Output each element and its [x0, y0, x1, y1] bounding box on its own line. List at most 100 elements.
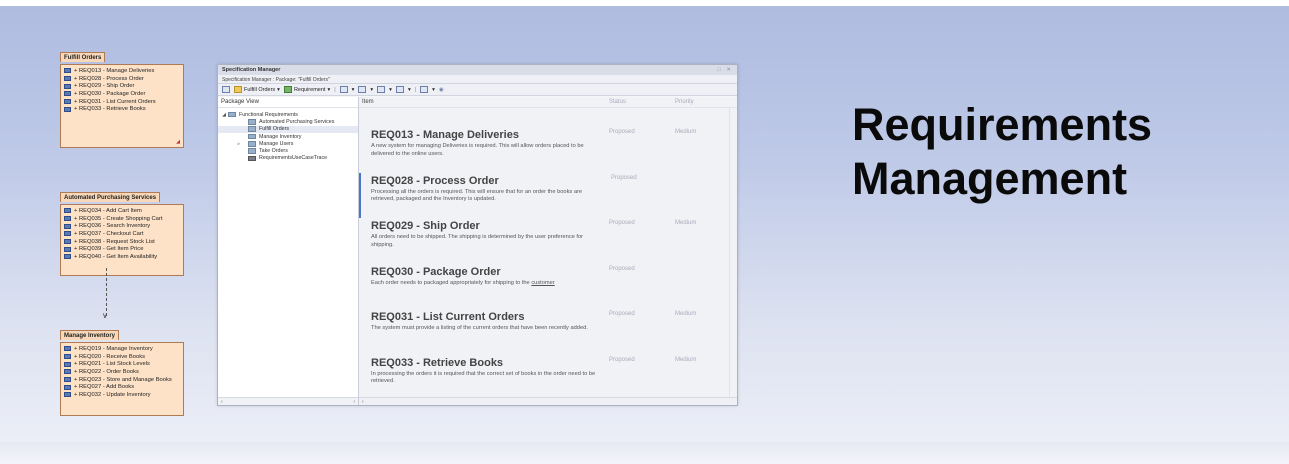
req-row[interactable]: + REQ019 - Manage Inventory — [64, 345, 180, 353]
scroll-right-icon[interactable]: › — [353, 399, 355, 405]
req-row[interactable]: + REQ021 - List Stock Levels — [64, 360, 180, 368]
horizontal-scrollbar[interactable]: ‹ — [359, 397, 737, 405]
horizontal-scrollbar[interactable]: ‹ › — [218, 397, 358, 405]
chevron-down-icon[interactable]: ▾ — [370, 87, 373, 93]
chevron-down-icon[interactable]: ▾ — [389, 87, 392, 93]
item-priority[interactable]: Medium — [675, 129, 696, 135]
scroll-left-icon[interactable]: ‹ — [221, 399, 223, 405]
list-item[interactable]: REQ029 - Ship Order All orders need to b… — [359, 218, 737, 264]
item-priority[interactable]: Medium — [675, 220, 696, 226]
package-title: Fulfill Orders — [60, 52, 106, 62]
chevron-down-icon[interactable]: ▾ — [432, 87, 435, 93]
item-status[interactable]: Proposed — [609, 266, 635, 272]
package-automated-purchasing[interactable]: Automated Purchasing Services + REQ034 -… — [60, 186, 184, 276]
list-item[interactable]: REQ033 - Retrieve Books In processing th… — [359, 355, 737, 401]
scroll-left-icon[interactable]: ‹ — [362, 399, 364, 405]
req-row[interactable]: + REQ023 - Store and Manage Books — [64, 376, 180, 384]
requirement-icon — [64, 68, 71, 74]
chevron-down-icon[interactable]: ▾ — [352, 87, 355, 93]
package-view-header: Package View — [218, 97, 358, 108]
toolbar-separator: | — [414, 86, 417, 93]
window-titlebar[interactable]: Specification Manager □ ✕ — [218, 65, 737, 75]
resize-grip-icon: ◢ — [176, 139, 180, 145]
req-row[interactable]: + REQ037 - Checkout Cart — [64, 230, 180, 238]
dependency-connector[interactable] — [106, 268, 107, 316]
view-toggle-icon[interactable] — [222, 86, 230, 93]
collapsed-arrow-icon[interactable]: ▹ — [230, 141, 248, 147]
tree-item-fulfill-orders[interactable]: Fulfill Orders — [218, 125, 358, 133]
req-row[interactable]: + REQ039 - Get Item Price — [64, 245, 180, 253]
req-row[interactable]: + REQ036 - Search Inventory — [64, 222, 180, 230]
tree-item-take-orders[interactable]: Take Orders — [218, 147, 358, 154]
tree-item-functional-requirements[interactable]: ◢ Functional Requirements — [218, 111, 358, 118]
req-label: + REQ020 - Receive Books — [74, 353, 146, 360]
item-status[interactable]: Proposed — [609, 220, 635, 226]
globe-icon[interactable]: ◉ — [439, 87, 444, 93]
list-item[interactable]: REQ028 - Process Order Processing all th… — [359, 172, 737, 218]
req-row[interactable]: + REQ031 - List Current Orders — [64, 98, 180, 106]
tree-item-manage-inventory[interactable]: Manage Inventory — [218, 133, 358, 140]
folder-icon — [248, 119, 256, 125]
item-priority[interactable]: Medium — [675, 357, 696, 363]
chevron-down-icon: ▾ — [327, 86, 331, 93]
item-description: In processing the orders it is required … — [371, 370, 596, 385]
tree-item-label: Fulfill Orders — [259, 126, 290, 133]
requirement-icon — [64, 83, 71, 89]
filter-icon[interactable] — [420, 86, 429, 93]
type-selector[interactable]: Requirement ▾ — [283, 86, 331, 93]
req-label: + REQ038 - Request Stock List — [74, 238, 155, 245]
item-status[interactable]: Proposed — [611, 175, 637, 181]
req-row[interactable]: + REQ020 - Receive Books — [64, 353, 180, 361]
req-row[interactable]: + REQ032 - Update Inventory — [64, 391, 180, 399]
chevron-down-icon[interactable]: ▾ — [408, 87, 411, 93]
folder-icon — [248, 126, 256, 132]
package-view-pane: Package View ◢ Functional Requirements Au… — [218, 97, 359, 405]
requirement-icon — [64, 346, 71, 352]
tree-item-requirements-usecase-trace[interactable]: RequirementsUseCaseTrace — [218, 155, 358, 162]
req-row[interactable]: + REQ035 - Create Shopping Cart — [64, 215, 180, 223]
req-label: + REQ035 - Create Shopping Cart — [74, 215, 163, 222]
package-body: + REQ034 - Add Cart Item + REQ035 - Crea… — [60, 204, 184, 276]
package-selector-label: Fulfill Orders — [244, 86, 276, 93]
requirement-icon — [64, 223, 71, 229]
folder-icon — [248, 148, 256, 154]
expand-arrow-icon[interactable]: ◢ — [220, 112, 228, 118]
tree-item-label: Manage Users — [259, 140, 294, 147]
columns-icon[interactable] — [339, 86, 348, 93]
vertical-scrollbar[interactable] — [729, 108, 737, 397]
edit-icon[interactable] — [395, 86, 404, 93]
glossary-link[interactable]: customer — [531, 280, 554, 286]
column-priority[interactable]: Priority — [675, 99, 694, 105]
req-row[interactable]: + REQ027 - Add Books — [64, 383, 180, 391]
item-description: Each order needs to packaged appropriate… — [371, 280, 601, 288]
item-status[interactable]: Proposed — [609, 129, 635, 135]
item-status[interactable]: Proposed — [609, 357, 635, 363]
copy-icon[interactable] — [377, 86, 386, 93]
req-label: + REQ033 - Retrieve Books — [74, 106, 146, 113]
req-row[interactable]: + REQ022 - Order Books — [64, 368, 180, 376]
req-row[interactable]: + REQ028 - Process Order — [64, 75, 180, 83]
item-priority[interactable]: Medium — [675, 311, 696, 317]
column-item[interactable]: Item — [362, 99, 609, 105]
hierarchy-icon[interactable] — [358, 86, 367, 93]
package-fulfill-orders[interactable]: Fulfill Orders + REQ013 - Manage Deliver… — [60, 46, 184, 148]
list-item[interactable]: REQ030 - Package Order Each order needs … — [359, 264, 737, 310]
req-label: + REQ021 - List Stock Levels — [74, 361, 150, 368]
req-row[interactable]: + REQ030 - Package Order — [64, 90, 180, 98]
item-status[interactable]: Proposed — [609, 311, 635, 317]
requirement-icon — [64, 384, 71, 390]
req-row[interactable]: + REQ038 - Request Stock List — [64, 238, 180, 246]
req-row[interactable]: + REQ013 - Manage Deliveries — [64, 67, 180, 75]
req-row[interactable]: + REQ034 - Add Cart Item — [64, 207, 180, 215]
req-row[interactable]: + REQ029 - Ship Order — [64, 82, 180, 90]
req-row[interactable]: + REQ040 - Get Item Availability — [64, 253, 180, 261]
req-row[interactable]: + REQ033 - Retrieve Books — [64, 105, 180, 113]
tree-item-manage-users[interactable]: ▹ Manage Users — [218, 140, 358, 147]
package-manage-inventory[interactable]: Manage Inventory + REQ019 - Manage Inven… — [60, 324, 184, 416]
column-status[interactable]: Status — [609, 99, 675, 105]
tree-item-automated-purchasing[interactable]: Automated Purchasing Services — [218, 118, 358, 125]
list-item[interactable]: REQ031 - List Current Orders The system … — [359, 309, 737, 355]
list-item[interactable]: REQ013 - Manage Deliveries A new system … — [359, 127, 737, 173]
close-icon[interactable]: □ ✕ — [718, 67, 733, 73]
package-selector[interactable]: Fulfill Orders ▾ — [234, 86, 280, 93]
